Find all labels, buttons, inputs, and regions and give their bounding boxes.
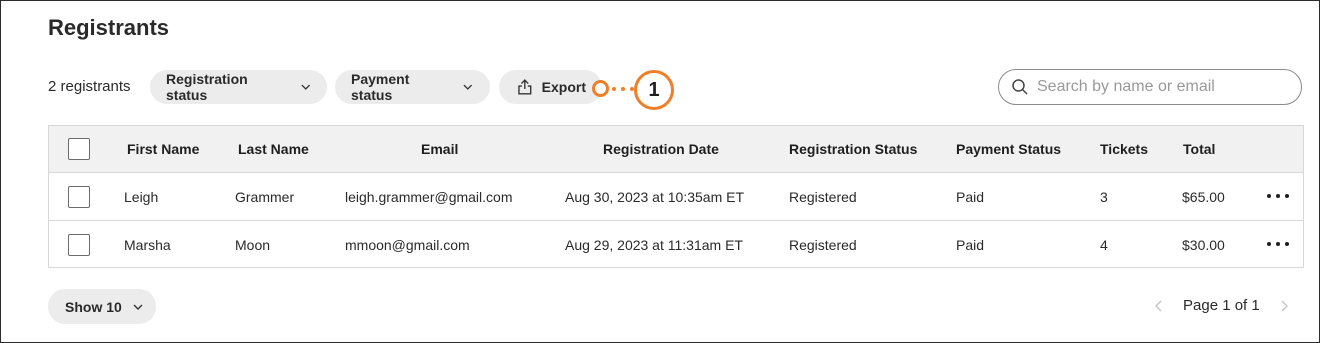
cell-last-name: Grammer: [235, 188, 295, 205]
table-row: Marsha Moon mmoon@gmail.com Aug 29, 2023…: [49, 221, 1303, 269]
select-all-checkbox[interactable]: [68, 138, 90, 160]
chevron-left-icon[interactable]: [1153, 298, 1165, 314]
registrants-table: First Name Last Name Email Registration …: [48, 125, 1304, 268]
cell-email: leigh.grammer@gmail.com: [345, 188, 513, 205]
table-row: Leigh Grammer leigh.grammer@gmail.com Au…: [49, 173, 1303, 221]
callout-badge: 1: [634, 70, 674, 110]
cell-payment-status: Paid: [956, 188, 985, 205]
cell-tickets: 3: [1100, 188, 1108, 205]
page-indicator: Page 1 of 1: [1183, 297, 1260, 314]
cell-last-name: Moon: [235, 237, 271, 253]
callout-connector: [612, 87, 634, 91]
header-email[interactable]: Email: [421, 126, 458, 172]
more-horizontal-icon[interactable]: [1267, 242, 1289, 248]
header-payment-status[interactable]: Payment Status: [956, 126, 1061, 172]
more-horizontal-icon[interactable]: [1267, 193, 1289, 200]
cell-registration-status: Registered: [789, 237, 857, 253]
chevron-down-icon: [463, 84, 473, 90]
registrants-panel: Registrants 2 registrants Registration s…: [0, 0, 1320, 343]
upload-icon: [518, 79, 532, 95]
header-tickets[interactable]: Tickets: [1100, 126, 1148, 172]
search-icon: [1012, 79, 1028, 95]
cell-payment-status: Paid: [956, 237, 985, 253]
export-label: Export: [541, 79, 586, 95]
cell-first-name: Marsha: [124, 237, 171, 253]
cell-registration-date: Aug 30, 2023 at 10:35am ET: [565, 188, 745, 205]
registrant-count: 2 registrants: [48, 78, 131, 95]
cell-total: $65.00: [1182, 188, 1225, 205]
search-box[interactable]: [998, 69, 1302, 105]
cell-email: mmoon@gmail.com: [345, 237, 470, 253]
payment-status-label: Payment status: [351, 71, 410, 103]
header-first-name[interactable]: First Name: [127, 126, 199, 172]
export-button[interactable]: Export: [499, 70, 602, 104]
header-last-name[interactable]: Last Name: [238, 126, 309, 172]
chevron-down-icon: [133, 304, 143, 310]
search-input[interactable]: [1037, 78, 1287, 96]
page-title: Registrants: [48, 15, 170, 40]
row-checkbox[interactable]: [68, 185, 90, 208]
page-size-label: Show 10: [65, 298, 122, 315]
cell-registration-status: Registered: [789, 188, 857, 205]
cell-tickets: 4: [1100, 237, 1108, 253]
header-registration-date[interactable]: Registration Date: [603, 126, 719, 172]
payment-status-filter[interactable]: Payment status: [335, 70, 490, 104]
cell-first-name: Leigh: [124, 188, 159, 205]
chevron-right-icon[interactable]: [1278, 298, 1290, 314]
table-header: First Name Last Name Email Registration …: [49, 126, 1303, 173]
page-size-select[interactable]: Show 10: [48, 289, 156, 324]
callout-marker: [592, 80, 609, 97]
cell-total: $30.00: [1182, 237, 1225, 253]
registration-status-label: Registration status: [166, 71, 248, 103]
chevron-down-icon: [300, 84, 310, 90]
registration-status-filter[interactable]: Registration status: [150, 70, 327, 104]
row-checkbox[interactable]: [68, 234, 90, 256]
header-registration-status[interactable]: Registration Status: [789, 126, 917, 172]
header-total[interactable]: Total: [1183, 126, 1215, 172]
cell-registration-date: Aug 29, 2023 at 11:31am ET: [565, 237, 743, 253]
